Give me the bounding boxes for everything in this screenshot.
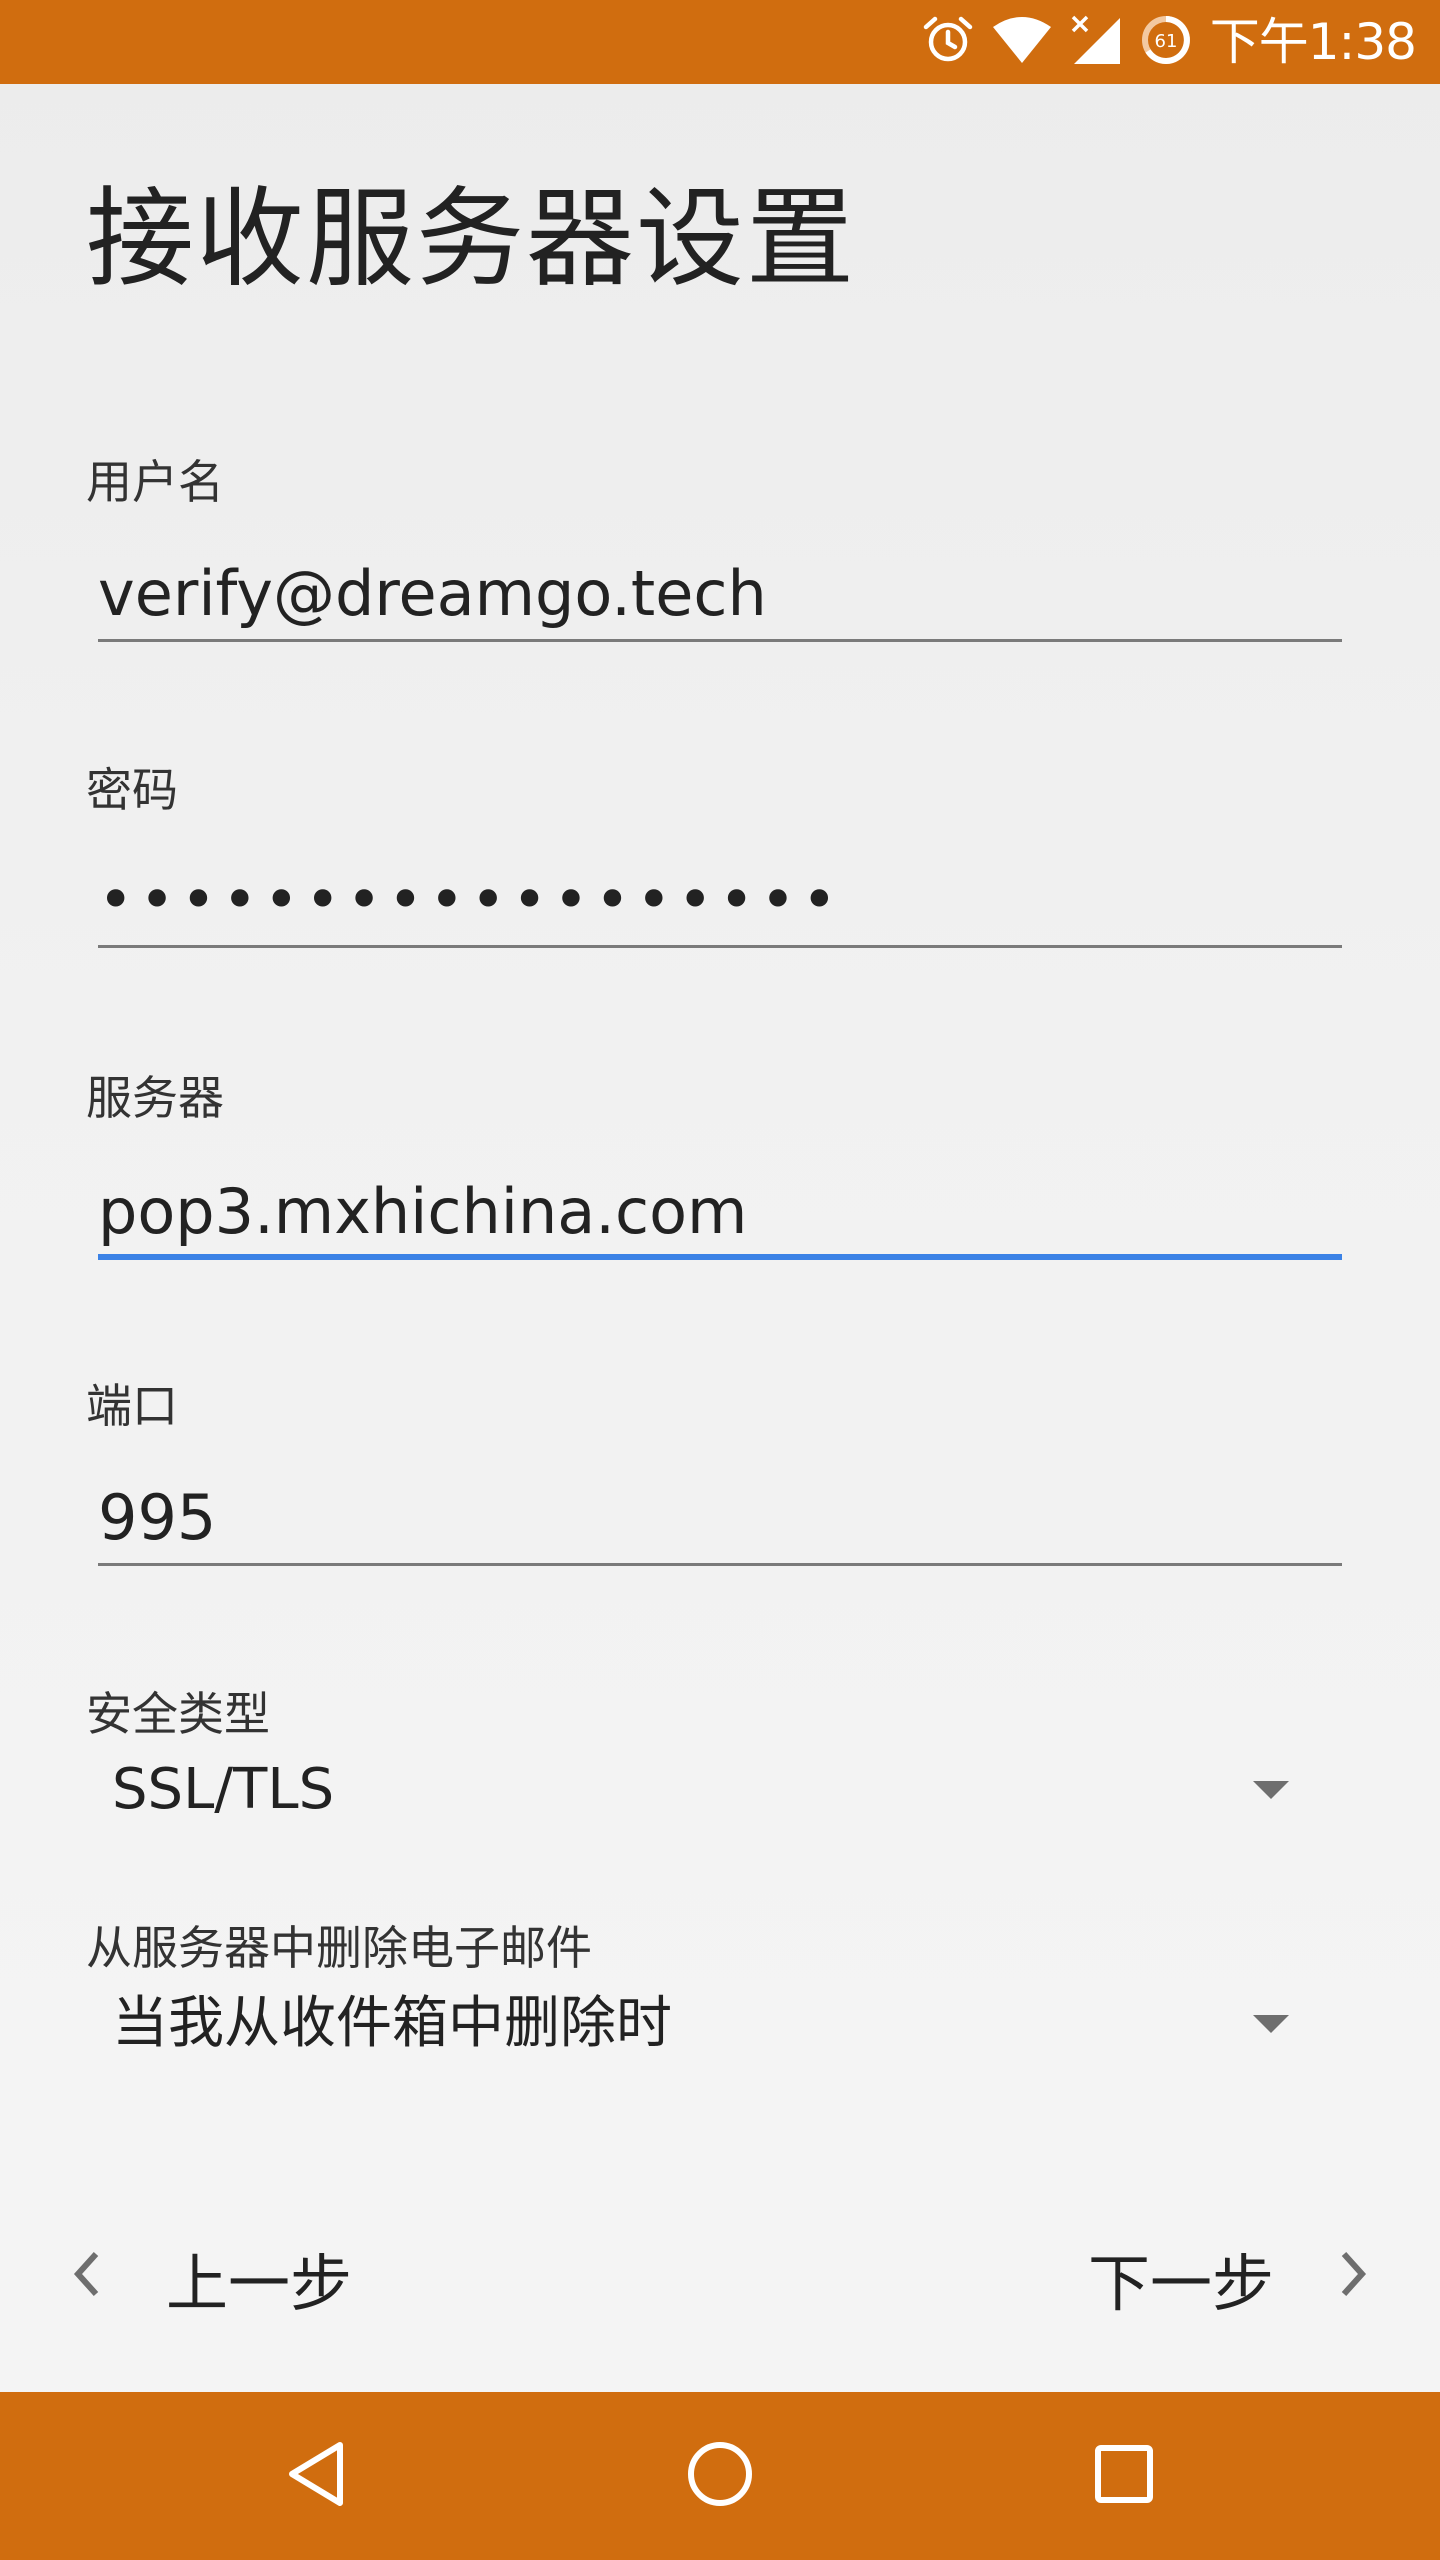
recents-icon <box>1092 2442 1156 2510</box>
previous-button[interactable]: 上一步 <box>70 2166 352 2390</box>
home-button[interactable] <box>640 2392 800 2560</box>
security-type-label: 安全类型 <box>86 1687 270 1741</box>
password-label: 密码 <box>86 763 178 817</box>
signal-no-data-icon <box>1070 14 1122 70</box>
svg-text:61: 61 <box>1154 31 1177 52</box>
chevron-right-icon <box>1338 2242 1370 2315</box>
back-button[interactable] <box>236 2392 396 2560</box>
previous-label: 上一步 <box>166 2247 353 2320</box>
server-field[interactable]: pop3.mxhichina.com <box>98 1164 1342 1260</box>
recents-button[interactable] <box>1044 2392 1204 2560</box>
delete-email-select[interactable]: 当我从收件箱中删除时 <box>112 1986 672 2062</box>
home-icon <box>685 2439 755 2513</box>
security-type-select[interactable]: SSL/TLS <box>112 1752 334 1828</box>
system-nav-bar <box>0 2392 1440 2560</box>
status-icons: 61 下午1:38 <box>922 0 1417 84</box>
password-field[interactable]: •••••••••••••••••• <box>98 852 1342 948</box>
delete-email-label: 从服务器中删除电子邮件 <box>86 1921 592 1975</box>
back-icon <box>284 2439 348 2513</box>
alarm-icon <box>922 14 974 70</box>
page-title: 接收服务器设置 <box>86 177 857 302</box>
status-time: 下午1:38 <box>1209 13 1417 71</box>
username-field[interactable]: verify@dreamgo.tech <box>98 546 1342 642</box>
status-bar: 61 下午1:38 <box>0 0 1440 84</box>
battery-saver-icon: 61 <box>1140 14 1192 70</box>
port-label: 端口 <box>86 1379 178 1433</box>
action-bar: 上一步 下一步 <box>0 2166 1440 2390</box>
wifi-icon <box>992 15 1052 69</box>
delete-email-dropdown-icon[interactable] <box>1253 2015 1289 2033</box>
next-button[interactable]: 下一步 <box>1088 2166 1370 2390</box>
username-label: 用户名 <box>86 455 224 509</box>
port-field[interactable]: 995 <box>98 1470 1342 1566</box>
next-label: 下一步 <box>1087 2247 1274 2320</box>
chevron-left-icon <box>70 2242 102 2315</box>
server-label: 服务器 <box>86 1071 224 1125</box>
security-type-dropdown-icon[interactable] <box>1253 1781 1289 1799</box>
